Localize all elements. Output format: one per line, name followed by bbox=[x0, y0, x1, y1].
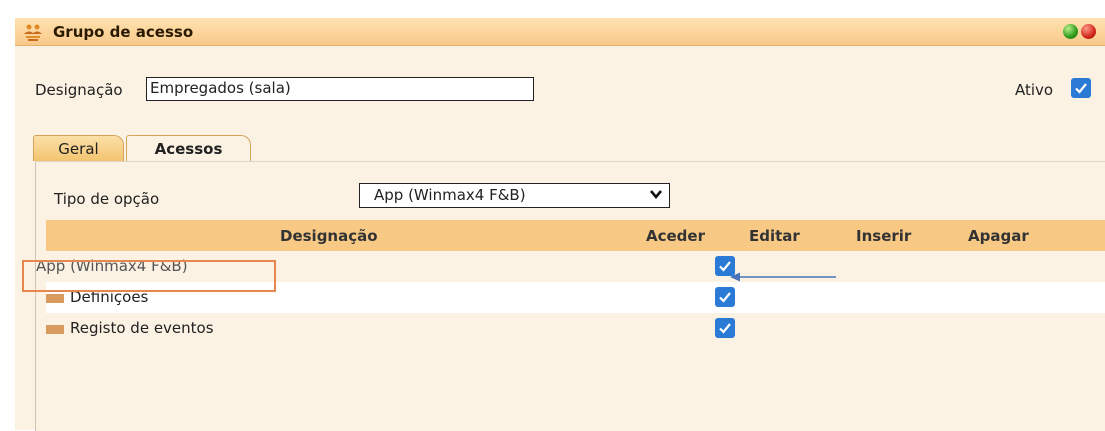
red-button-icon[interactable] bbox=[1081, 24, 1096, 39]
folder-icon bbox=[46, 325, 64, 334]
aceder-checkbox[interactable] bbox=[715, 318, 735, 338]
green-button-icon[interactable] bbox=[1063, 24, 1078, 39]
folder-icon bbox=[46, 294, 64, 303]
checkmark-icon bbox=[719, 323, 731, 334]
tab-panel: Tipo de opção App (Winmax4 F&B) Designaç… bbox=[35, 161, 1105, 431]
group-icon bbox=[24, 24, 42, 41]
designacao-label: Designação bbox=[35, 81, 123, 99]
highlight-box bbox=[22, 260, 276, 292]
aceder-checkbox[interactable] bbox=[715, 287, 735, 307]
chevron-down-icon bbox=[650, 190, 662, 200]
tipo-select-value: App (Winmax4 F&B) bbox=[374, 186, 526, 204]
tab-geral[interactable]: Geral bbox=[33, 135, 124, 161]
checkmark-icon bbox=[719, 292, 731, 303]
designacao-input[interactable]: Empregados (sala) bbox=[146, 77, 534, 101]
column-header-aceder[interactable]: Aceder bbox=[646, 227, 705, 245]
ativo-checkbox[interactable] bbox=[1071, 78, 1091, 98]
column-header-editar[interactable]: Editar bbox=[749, 227, 800, 245]
ativo-label: Ativo bbox=[1015, 81, 1054, 99]
checkmark-icon bbox=[1075, 83, 1087, 94]
row-label: Registo de eventos bbox=[70, 319, 214, 337]
window-title: Grupo de acesso bbox=[53, 23, 194, 41]
access-group-window: Grupo de acesso Designação Empregados (s… bbox=[15, 18, 1105, 431]
tipo-label: Tipo de opção bbox=[54, 190, 160, 208]
table-row[interactable]: Registo de eventos bbox=[46, 313, 1105, 344]
tab-acessos[interactable]: Acessos bbox=[126, 135, 251, 161]
tipo-select[interactable]: App (Winmax4 F&B) bbox=[359, 183, 670, 208]
title-bar: Grupo de acesso bbox=[15, 18, 1105, 46]
column-header-inserir[interactable]: Inserir bbox=[856, 227, 911, 245]
column-header-apagar[interactable]: Apagar bbox=[968, 227, 1029, 245]
column-header-designacao[interactable]: Designação bbox=[280, 227, 378, 245]
arrow-icon bbox=[730, 272, 836, 282]
grid-header: Designação Aceder Editar Inserir Apagar bbox=[46, 220, 1105, 251]
